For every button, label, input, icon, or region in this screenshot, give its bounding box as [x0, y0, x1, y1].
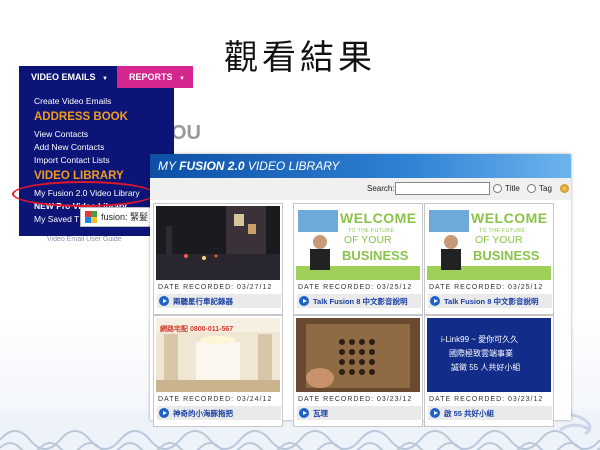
fusion-chip[interactable]: fusion: 緊髮	[80, 207, 154, 227]
tab-video-emails[interactable]: VIDEO EMAILS ▼	[19, 66, 117, 88]
ad-line1: i-Link99 ~ 愛你可久久	[441, 335, 519, 344]
radio-title-label: Title	[505, 184, 520, 193]
presenter-image	[298, 210, 338, 270]
play-icon[interactable]	[299, 408, 309, 418]
video-caption-row: 啟 55 共好小組	[428, 406, 552, 420]
library-title: MY FUSION 2.0 VIDEO LIBRARY	[158, 159, 339, 173]
video-tile[interactable]: DATE RECORDED: 03/23/12 瓦理	[293, 315, 423, 427]
highlight-circle	[12, 181, 155, 207]
video-date: DATE RECORDED: 03/25/12	[298, 284, 413, 291]
library-header: MY FUSION 2.0 VIDEO LIBRARY	[150, 154, 571, 178]
menu-item-my-saved[interactable]: My Saved T	[34, 214, 79, 224]
video-thumbnail-ad: i-Link99 ~ 愛你可久久 國際極致雲端事業 誠徵 55 人共好小組	[427, 318, 551, 392]
play-icon[interactable]	[299, 296, 309, 306]
tab-video-emails-label: VIDEO EMAILS	[31, 72, 96, 82]
video-caption[interactable]: 啟 55 共好小組	[444, 408, 494, 419]
welcome-line4: BUSINESS	[342, 248, 409, 263]
chevron-down-icon: ▼	[102, 76, 108, 82]
room-banner: 網路宅配 0800-011-567	[160, 326, 234, 333]
video-date: DATE RECORDED: 03/23/12	[298, 396, 413, 403]
menu-item-view-contacts[interactable]: View Contacts	[34, 129, 88, 139]
menu-item-import-contact-lists[interactable]: Import Contact Lists	[34, 155, 110, 165]
search-label: Search:	[367, 184, 395, 193]
video-caption[interactable]: 神奇的小海豚拖把	[173, 408, 233, 419]
video-library-window: MY FUSION 2.0 VIDEO LIBRARY Search: Titl…	[150, 154, 571, 427]
menu-item-create-video-emails[interactable]: Create Video Emails	[34, 96, 111, 106]
video-date: DATE RECORDED: 03/25/12	[429, 284, 544, 291]
video-caption[interactable]: 兩聽星行車記錄器	[173, 296, 233, 307]
video-tile[interactable]: 網路宅配 0800-011-567 DATE RECORDED: 03/24/1…	[153, 315, 283, 427]
video-thumbnail-welcome: WELCOME TO THE FUTURE OF YOUR BUSINESS	[427, 206, 551, 280]
welcome-line1: WELCOME	[340, 210, 417, 226]
radio-title[interactable]	[493, 184, 502, 193]
video-caption-row: 兩聽星行車記錄器	[157, 294, 281, 308]
fusion-logo-icon	[85, 211, 97, 223]
chevron-down-icon: ▼	[179, 76, 185, 82]
welcome-line3: OF YOUR	[475, 234, 523, 246]
video-thumbnail-room: 網路宅配 0800-011-567	[156, 318, 280, 392]
video-thumbnail-welcome: WELCOME TO THE FUTURE OF YOUR BUSINESS	[296, 206, 420, 280]
welcome-line4: BUSINESS	[473, 248, 540, 263]
play-icon[interactable]	[430, 296, 440, 306]
video-caption-row: 瓦理	[297, 406, 421, 420]
video-caption-row: Talk Fusion 8 中文影音說明	[297, 294, 421, 308]
menu-item-add-new-contacts[interactable]: Add New Contacts	[34, 142, 104, 152]
ghost-page-text: OU	[171, 122, 201, 144]
ad-line3: 誠徵 55 人共好小組	[451, 363, 521, 372]
ad-line2: 國際極致雲端事業	[449, 349, 513, 358]
video-date: DATE RECORDED: 03/23/12	[429, 396, 544, 403]
video-thumbnail-night-street	[156, 206, 280, 280]
search-row: Search: Title Tag	[150, 178, 571, 200]
play-icon[interactable]	[430, 408, 440, 418]
presenter-image	[429, 210, 469, 270]
video-caption[interactable]: Talk Fusion 8 中文影音說明	[444, 296, 538, 307]
library-title-brand: FUSION 2.0	[179, 159, 245, 173]
fusion-chip-label: fusion: 緊髮	[101, 212, 149, 222]
video-date: DATE RECORDED: 03/24/12	[158, 396, 273, 403]
radio-tag[interactable]	[527, 184, 536, 193]
menu-heading-address-book: ADDRESS BOOK	[34, 111, 128, 123]
video-tile[interactable]: i-Link99 ~ 愛你可久久 國際極致雲端事業 誠徵 55 人共好小組 DA…	[424, 315, 554, 427]
video-caption-row: Talk Fusion 8 中文影音說明	[428, 294, 552, 308]
video-caption[interactable]: 瓦理	[313, 408, 328, 419]
video-caption-row: 神奇的小海豚拖把	[157, 406, 281, 420]
video-tile[interactable]: WELCOME TO THE FUTURE OF YOUR BUSINESS D…	[424, 203, 554, 315]
tab-reports-label: REPORTS	[129, 72, 173, 82]
video-caption[interactable]: Talk Fusion 8 中文影音說明	[313, 296, 407, 307]
search-go-icon[interactable]	[560, 184, 569, 193]
play-icon[interactable]	[159, 296, 169, 306]
video-thumbnail-board	[296, 318, 420, 392]
welcome-line3: OF YOUR	[344, 234, 392, 246]
library-title-prefix: MY	[158, 159, 176, 173]
video-tile[interactable]: DATE RECORDED: 03/27/12 兩聽星行車記錄器	[153, 203, 283, 315]
play-icon[interactable]	[159, 408, 169, 418]
ghost-user-guide-link[interactable]: Video Email User Guide	[47, 236, 122, 243]
menu-bar: VIDEO EMAILS ▼ REPORTS ▼	[19, 66, 194, 88]
library-title-suffix: VIDEO LIBRARY	[247, 159, 340, 173]
welcome-line1: WELCOME	[471, 210, 548, 226]
video-tile[interactable]: WELCOME TO THE FUTURE OF YOUR BUSINESS D…	[293, 203, 423, 315]
search-input[interactable]	[395, 182, 490, 195]
tab-reports[interactable]: REPORTS ▼	[117, 66, 193, 88]
radio-tag-label: Tag	[539, 184, 552, 193]
video-date: DATE RECORDED: 03/27/12	[158, 284, 273, 291]
